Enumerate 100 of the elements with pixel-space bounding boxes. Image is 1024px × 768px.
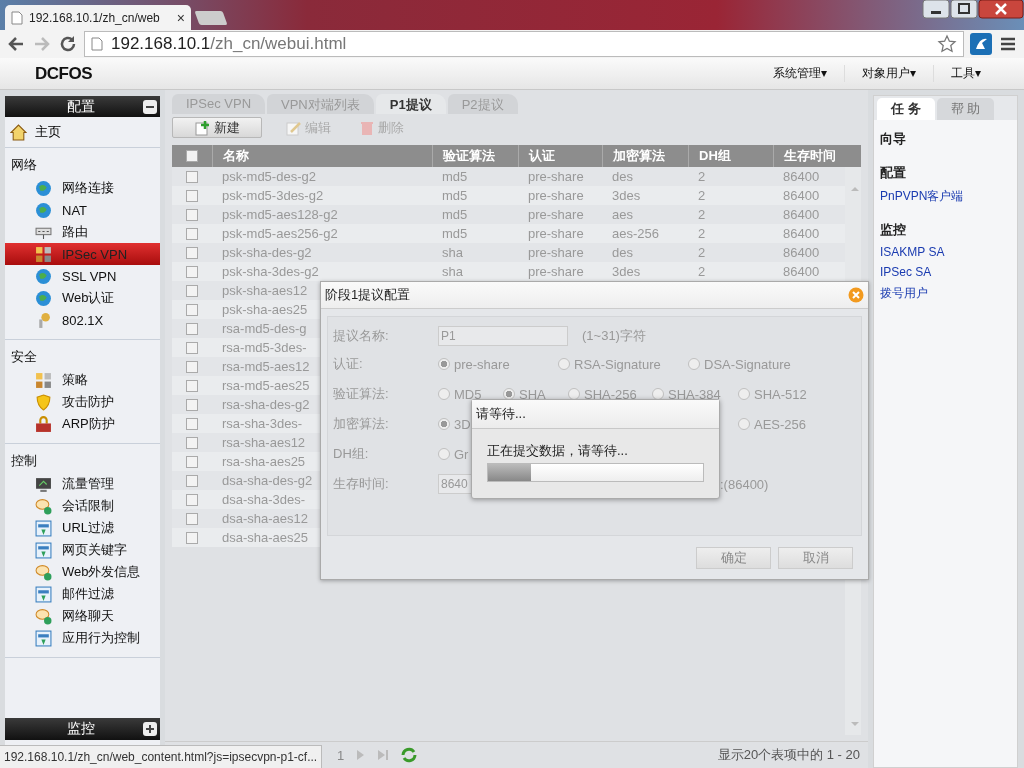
- tab[interactable]: 任 务: [877, 98, 935, 120]
- sidebar-item[interactable]: 攻击防护: [5, 391, 160, 413]
- checkbox[interactable]: [186, 455, 198, 468]
- address-field[interactable]: 192.168.10.1/zh_cn/webui.html: [84, 31, 964, 57]
- page-summary: 显示20个表项中的 1 - 20: [717, 746, 860, 764]
- checkbox[interactable]: [186, 208, 198, 221]
- checkbox[interactable]: [186, 303, 198, 316]
- link[interactable]: PnPVPN客户端: [880, 188, 1011, 205]
- menu-item[interactable]: 对象用户▾: [843, 65, 933, 82]
- star-icon[interactable]: [937, 34, 957, 54]
- table-cell: des: [612, 245, 633, 260]
- sidebar-item[interactable]: NAT: [5, 199, 160, 221]
- wait-message: 正在提交数据，请等待...: [487, 443, 628, 458]
- link[interactable]: ISAKMP SA: [880, 245, 1011, 259]
- section-heading: 配置: [880, 164, 907, 182]
- close-icon[interactable]: [978, 0, 1024, 20]
- minimize-icon[interactable]: [922, 0, 950, 20]
- close-tab-button[interactable]: ×: [176, 9, 185, 26]
- sidebar-item[interactable]: 策略: [5, 369, 160, 391]
- chat-icon: [35, 497, 52, 515]
- sidebar-item[interactable]: 网络连接: [5, 177, 160, 199]
- panel-header[interactable]: 监控: [5, 718, 160, 740]
- checkbox[interactable]: [186, 284, 198, 297]
- new-tab-button[interactable]: [194, 11, 228, 25]
- checkbox[interactable]: [186, 150, 198, 162]
- table-cell: psk-sha-aes25: [222, 302, 308, 317]
- checkbox[interactable]: [186, 531, 198, 544]
- refresh-icon[interactable]: [400, 746, 419, 764]
- sidebar-item[interactable]: SSL VPN: [5, 265, 160, 287]
- table-cell: sha: [442, 264, 463, 279]
- checkbox[interactable]: [186, 360, 198, 373]
- checkbox[interactable]: [186, 379, 198, 392]
- table-cell: des: [612, 169, 633, 184]
- sidebar-item[interactable]: URL过滤: [5, 517, 160, 539]
- collapse-icon[interactable]: [143, 99, 157, 114]
- sidebar-item[interactable]: 流量管理: [5, 473, 160, 495]
- checkbox[interactable]: [186, 512, 198, 525]
- menu-item[interactable]: 系统管理▾: [755, 65, 844, 82]
- reload-icon[interactable]: [58, 34, 78, 54]
- sidebar-item[interactable]: 应用行为控制: [5, 627, 160, 649]
- table-cell: psk-sha-aes12: [222, 283, 308, 298]
- monitor-icon: [35, 475, 52, 493]
- section-heading: 监控: [880, 221, 907, 239]
- sidebar-item[interactable]: 802.1X: [5, 309, 160, 331]
- table-cell: 3des: [612, 188, 641, 203]
- window-icon: [35, 629, 52, 647]
- checkbox[interactable]: [186, 417, 198, 430]
- table-cell: psk-md5-aes128-g2: [222, 207, 338, 222]
- sidebar-item[interactable]: 网络聊天: [5, 605, 160, 627]
- sidebar-item[interactable]: ARP防护: [5, 413, 160, 435]
- sidebar-item[interactable]: 主页: [5, 117, 160, 148]
- checkbox[interactable]: [186, 398, 198, 411]
- sidebar-item[interactable]: Web认证: [5, 287, 160, 309]
- browser-tab[interactable]: 192.168.10.1/zh_cn/web ×: [5, 5, 191, 30]
- link[interactable]: 拨号用户: [880, 285, 1011, 302]
- table-cell: pre-share: [528, 245, 584, 260]
- checkbox[interactable]: [186, 189, 198, 202]
- table-cell: 86400: [783, 169, 820, 184]
- checkbox[interactable]: [186, 493, 198, 506]
- checkbox[interactable]: [186, 246, 198, 259]
- table-cell: dsa-sha-des-g2: [222, 473, 313, 488]
- panel-title: 监控: [66, 720, 96, 738]
- menu-item[interactable]: 工具▾: [932, 65, 998, 82]
- link[interactable]: IPSec SA: [880, 265, 1011, 279]
- table-cell: 86400: [783, 245, 820, 260]
- checkbox[interactable]: [186, 227, 198, 240]
- tab[interactable]: P1提议: [375, 94, 446, 114]
- table-cell: 86400: [783, 207, 820, 222]
- checkbox[interactable]: [186, 170, 198, 183]
- checkbox[interactable]: [186, 341, 198, 354]
- table-cell: 86400: [783, 188, 820, 203]
- sidebar-item[interactable]: 路由: [5, 221, 160, 243]
- extension-icon[interactable]: [970, 33, 992, 55]
- table-cell: rsa-md5-aes12: [222, 359, 310, 374]
- last-page-icon[interactable]: [376, 748, 391, 762]
- sidebar-item[interactable]: 邮件过滤: [5, 583, 160, 605]
- panel-title: 配置: [66, 97, 96, 116]
- checkbox[interactable]: [186, 474, 198, 487]
- network-icon: [35, 245, 52, 263]
- sidebar-item[interactable]: Web外发信息: [5, 561, 160, 583]
- sidebar-item[interactable]: 会话限制: [5, 495, 160, 517]
- maximize-icon[interactable]: [950, 0, 978, 20]
- add-icon: [194, 119, 211, 136]
- checkbox[interactable]: [186, 265, 198, 278]
- chat-icon: [35, 607, 52, 625]
- table-cell: md5: [442, 226, 468, 241]
- page-icon: [91, 37, 103, 51]
- expand-icon[interactable]: [143, 722, 157, 736]
- logo: DCFOS: [35, 63, 92, 84]
- checkbox[interactable]: [186, 322, 198, 335]
- toolbar-button[interactable]: 新建: [172, 117, 262, 138]
- table-cell: psk-md5-3des-g2: [222, 188, 324, 203]
- globe-icon: [35, 289, 52, 307]
- status-url: 192.168.10.1/zh_cn/web_content.html?js=ipsecvpn-p1-cf...: [0, 745, 323, 768]
- dialog-title: 请等待...: [476, 405, 526, 423]
- trash-icon: [359, 119, 375, 136]
- sidebar-item[interactable]: 网页关键字: [5, 539, 160, 561]
- globe-icon: [35, 267, 52, 285]
- checkbox[interactable]: [186, 436, 198, 449]
- table-cell: md5: [442, 207, 468, 222]
